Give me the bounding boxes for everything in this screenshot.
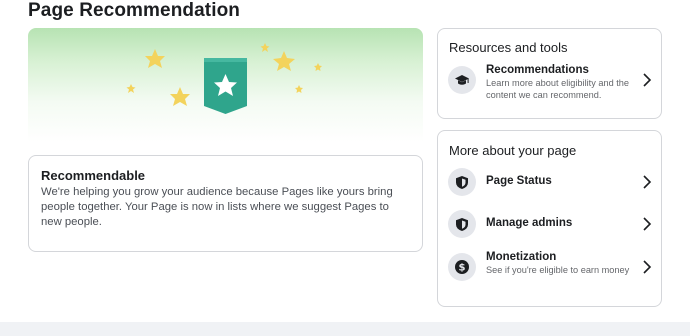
svg-text:$: $ (459, 263, 466, 274)
hero-banner (28, 28, 423, 142)
chevron-right-icon (643, 175, 652, 189)
more-about-page-card: More about your page Page Status Manage … (437, 130, 662, 307)
resources-card: Resources and tools Recommendations Lear… (437, 28, 662, 119)
recommendations-link[interactable]: Recommendations Learn more about eligibi… (448, 64, 654, 100)
monetization-subtitle: See if you're eligible to earn money (486, 265, 630, 275)
recommendations-title: Recommendations (486, 64, 589, 76)
chevron-right-icon (643, 217, 652, 231)
resources-heading: Resources and tools (449, 40, 568, 55)
page-status-link[interactable]: Page Status (448, 166, 654, 200)
chevron-right-icon (643, 260, 652, 274)
badge-icon (204, 58, 247, 114)
manage-admins-title: Manage admins (486, 217, 573, 229)
graduation-cap-icon (448, 66, 476, 94)
monetization-link[interactable]: $ Monetization See if you're eligible to… (448, 251, 654, 285)
chevron-right-icon (643, 73, 652, 87)
status-title: Recommendable (41, 168, 146, 183)
shield-icon (448, 210, 476, 238)
page-footer-background (0, 322, 690, 336)
shield-icon (448, 168, 476, 196)
page-status-title: Page Status (486, 175, 552, 187)
status-description: We're helping you grow your audience bec… (41, 186, 393, 228)
recommendable-card: Recommendable We're helping you grow you… (28, 155, 423, 252)
more-heading: More about your page (449, 143, 577, 158)
recommendations-subtitle: Learn more about eligibility and the con… (486, 78, 630, 100)
dollar-icon: $ (448, 253, 476, 281)
manage-admins-link[interactable]: Manage admins (448, 208, 654, 242)
monetization-title: Monetization (486, 251, 557, 263)
page-title: Page Recommendation (28, 0, 241, 21)
